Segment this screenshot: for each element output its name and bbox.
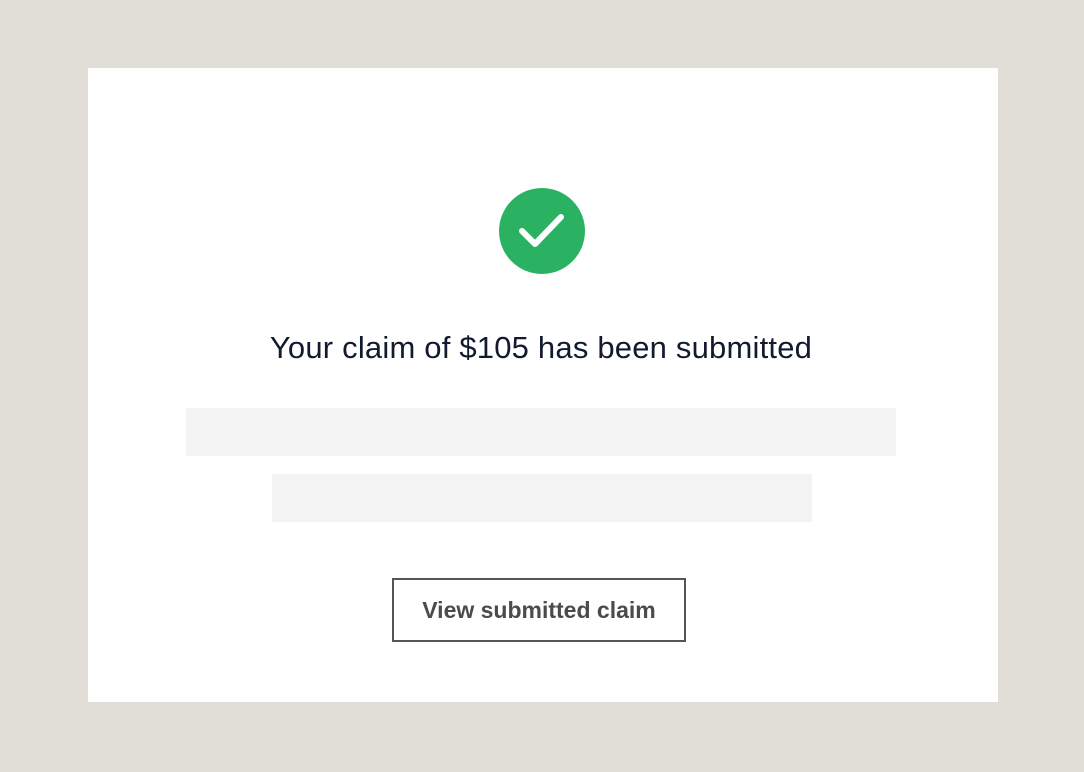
content-placeholder [186, 408, 896, 456]
view-submitted-claim-button[interactable]: View submitted claim [392, 578, 686, 642]
confirmation-title: Your claim of $105 has been submitted [269, 330, 813, 365]
checkmark-icon [519, 214, 564, 247]
confirmation-card: Your claim of $105 has been submitted Vi… [88, 68, 998, 702]
content-placeholder [272, 474, 812, 522]
check-circle-icon [499, 188, 585, 274]
